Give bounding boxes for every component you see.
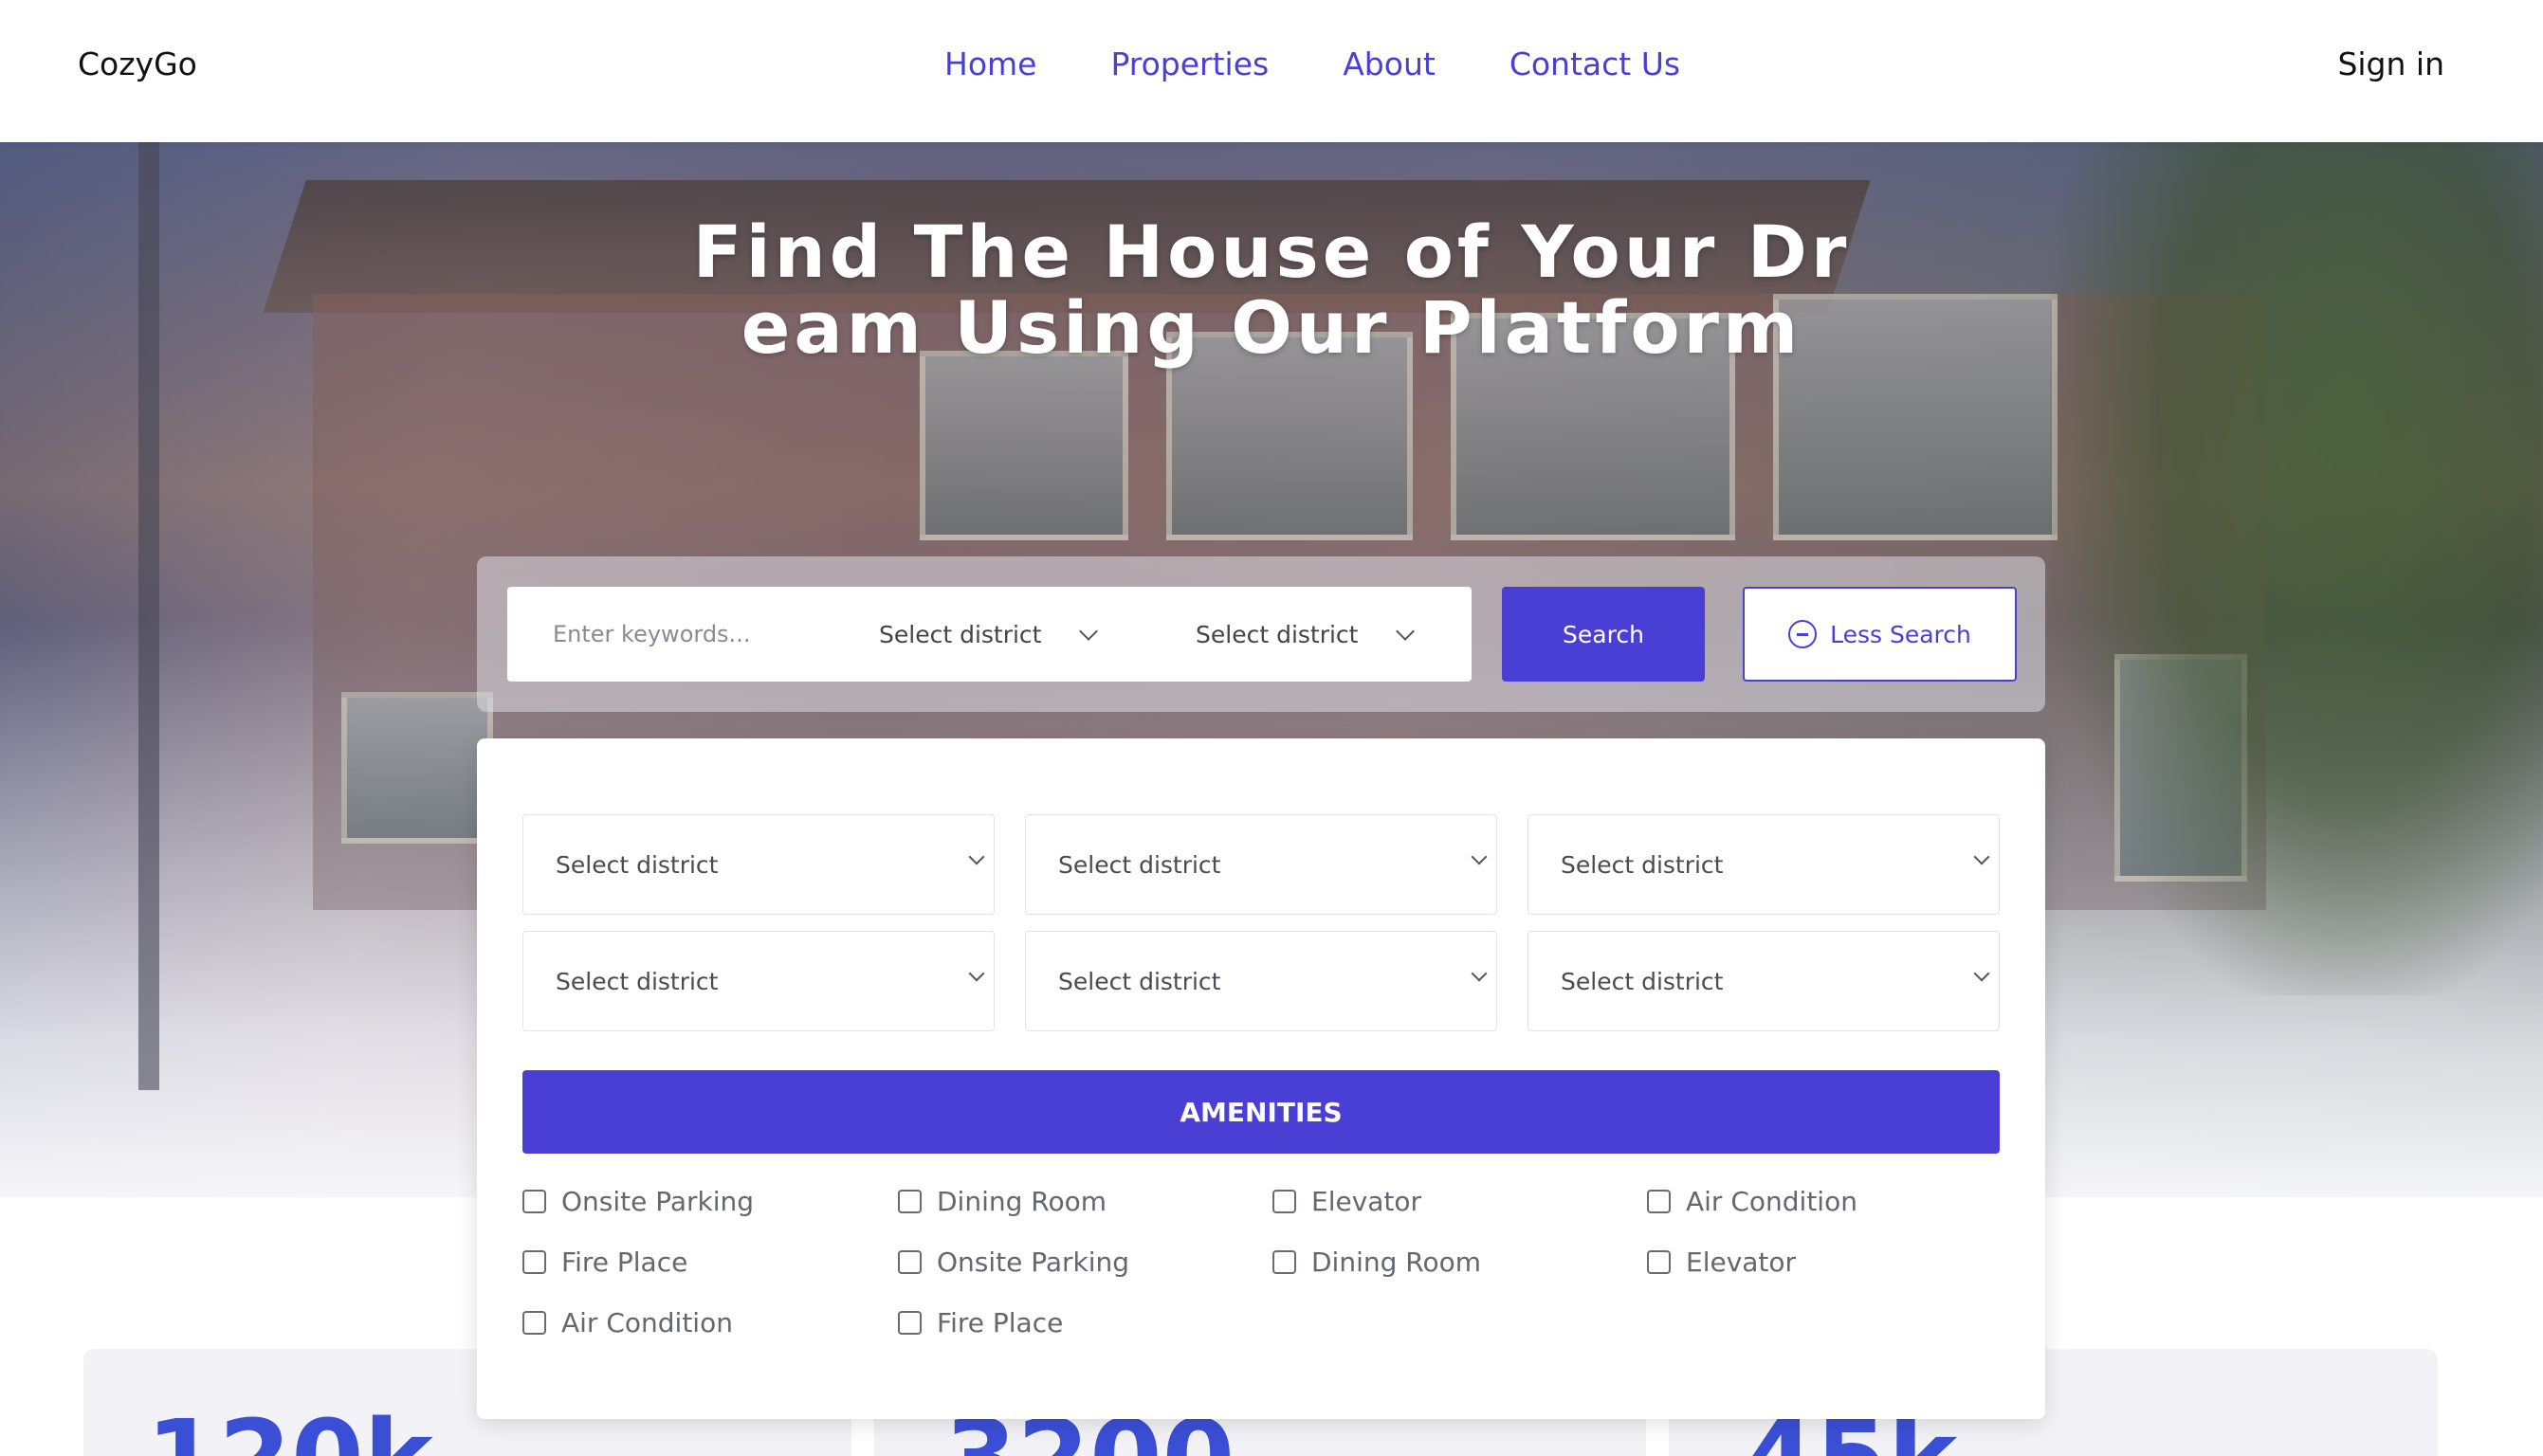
less-search-button[interactable]: Less Search <box>1743 587 2017 682</box>
checkbox-box[interactable] <box>522 1250 546 1274</box>
amenity-checkbox[interactable]: Onsite Parking <box>522 1186 754 1217</box>
chevron-down-icon <box>1973 965 1990 982</box>
nav-properties[interactable]: Properties <box>1110 46 1269 82</box>
amenity-checkbox[interactable]: Onsite Parking <box>898 1247 1129 1278</box>
chevron-down-icon <box>1396 622 1415 641</box>
advanced-search-panel: Select district Select district Select d… <box>477 738 2045 1419</box>
amenity-label: Fire Place <box>561 1247 688 1278</box>
hero-title: Find The House of Your Dr eam Using Our … <box>0 214 2543 366</box>
main-nav: Home Properties About Contact Us <box>944 46 1754 82</box>
nav-contact-us[interactable]: Contact Us <box>1509 46 1680 82</box>
hero-window <box>341 692 493 844</box>
checkbox-box[interactable] <box>522 1311 546 1335</box>
amenity-checkbox[interactable]: Air Condition <box>1647 1186 1857 1217</box>
less-search-label: Less Search <box>1830 620 1971 648</box>
search-button[interactable]: Search <box>1502 587 1705 682</box>
filter-dropdown-label: Select district <box>556 968 719 995</box>
checkbox-box[interactable] <box>1272 1250 1296 1274</box>
nav-home[interactable]: Home <box>944 46 1036 82</box>
district-select-2[interactable]: Select district <box>1196 621 1358 648</box>
amenity-label: Fire Place <box>937 1307 1064 1338</box>
checkbox-box[interactable] <box>522 1190 546 1213</box>
hero-title-line-1: Find The House of Your Dr <box>692 209 1851 294</box>
filter-dropdown[interactable]: Select district <box>522 931 995 1031</box>
checkbox-box[interactable] <box>898 1190 922 1213</box>
hero-window <box>920 351 1128 540</box>
filter-dropdown-label: Select district <box>556 851 719 879</box>
nav-about[interactable]: About <box>1343 46 1436 82</box>
search-bar: Enter keywords... Select district Select… <box>477 556 2045 712</box>
minus-circle-icon <box>1788 620 1818 648</box>
filter-dropdown[interactable]: Select district <box>1025 814 1497 915</box>
amenity-label: Dining Room <box>1311 1247 1482 1278</box>
keywords-input[interactable]: Enter keywords... <box>553 621 750 647</box>
filter-dropdown-label: Select district <box>1561 968 1724 995</box>
district-select-1[interactable]: Select district <box>879 621 1041 648</box>
chevron-down-icon <box>1471 965 1488 982</box>
amenity-label: Dining Room <box>937 1186 1107 1217</box>
amenity-label: Onsite Parking <box>937 1247 1130 1278</box>
amenity-checkbox[interactable]: Fire Place <box>522 1247 687 1278</box>
chevron-down-icon <box>1973 848 1990 865</box>
amenity-label: Air Condition <box>1686 1186 1857 1217</box>
amenity-label: Onsite Parking <box>561 1186 755 1217</box>
hero-title-line-2: eam Using Our Platform <box>741 285 1802 370</box>
amenities-header: AMENITIES <box>522 1070 2000 1154</box>
filter-dropdown-label: Select district <box>1561 851 1724 879</box>
amenity-checkbox[interactable]: Fire Place <box>898 1307 1063 1338</box>
filter-dropdown-label: Select district <box>1058 968 1221 995</box>
checkbox-box[interactable] <box>898 1311 922 1335</box>
filter-dropdown[interactable]: Select district <box>1528 931 2000 1031</box>
amenity-checkbox[interactable]: Elevator <box>1272 1186 1421 1217</box>
checkbox-box[interactable] <box>898 1250 922 1274</box>
chevron-down-icon <box>968 848 985 865</box>
amenity-checkbox[interactable]: Dining Room <box>898 1186 1107 1217</box>
stat-value-1: 120k <box>146 1406 433 1456</box>
top-navbar: CozyGo Home Properties About Contact Us … <box>0 0 2543 142</box>
chevron-down-icon <box>968 965 985 982</box>
filter-dropdown[interactable]: Select district <box>1528 814 2000 915</box>
amenity-label: Air Condition <box>561 1307 733 1338</box>
amenity-checkbox[interactable]: Elevator <box>1647 1247 1796 1278</box>
checkbox-box[interactable] <box>1647 1250 1671 1274</box>
chevron-down-icon <box>1079 622 1098 641</box>
chevron-down-icon <box>1471 848 1488 865</box>
amenity-label: Elevator <box>1311 1186 1422 1217</box>
brand-logo[interactable]: CozyGo <box>78 46 197 82</box>
sign-in-link[interactable]: Sign in <box>2337 46 2444 82</box>
amenity-checkbox[interactable]: Air Condition <box>522 1307 733 1338</box>
filter-dropdown[interactable]: Select district <box>522 814 995 915</box>
filter-dropdown[interactable]: Select district <box>1025 931 1497 1031</box>
filter-dropdown-label: Select district <box>1058 851 1221 879</box>
checkbox-box[interactable] <box>1272 1190 1296 1213</box>
amenity-label: Elevator <box>1686 1247 1797 1278</box>
search-fields: Enter keywords... Select district Select… <box>507 587 1472 682</box>
checkbox-box[interactable] <box>1647 1190 1671 1213</box>
amenity-checkbox[interactable]: Dining Room <box>1272 1247 1481 1278</box>
